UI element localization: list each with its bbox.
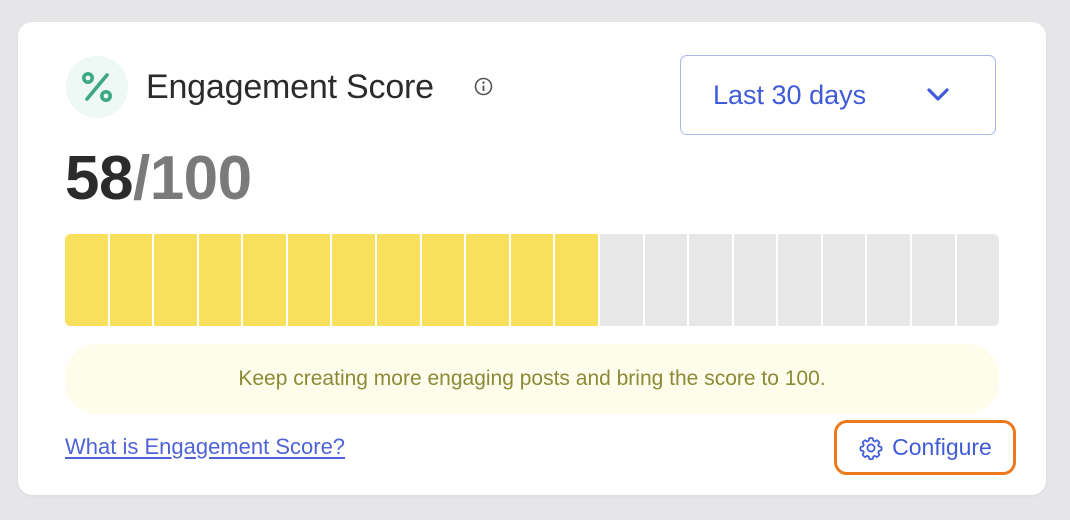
- progress-segment-filled: [65, 234, 110, 326]
- progress-segment-empty: [599, 234, 645, 326]
- what-is-engagement-score-link[interactable]: What is Engagement Score?: [65, 434, 345, 460]
- progress-segment-filled: [377, 234, 422, 326]
- percent-icon: [66, 56, 128, 118]
- progress-segment-filled: [154, 234, 199, 326]
- score-progress-bar: [65, 234, 999, 326]
- progress-segment-filled: [243, 234, 288, 326]
- gear-icon: [858, 435, 884, 461]
- chevron-down-icon: [925, 84, 951, 106]
- info-icon[interactable]: [474, 77, 493, 96]
- period-dropdown[interactable]: Last 30 days: [680, 55, 996, 135]
- score-value: 58: [65, 144, 133, 213]
- period-dropdown-value: Last 30 days: [713, 80, 867, 110]
- progress-segment-filled: [466, 234, 511, 326]
- progress-segment-filled: [287, 234, 333, 326]
- configure-button[interactable]: Configure: [834, 420, 1016, 475]
- engagement-score-card: Engagement Score Last 30 days 58/100 Kee…: [18, 22, 1046, 495]
- progress-segment-filled: [198, 234, 244, 326]
- progress-segment-filled: [332, 234, 378, 326]
- progress-segment-filled: [421, 234, 467, 326]
- progress-segment-filled: [109, 234, 155, 326]
- progress-segment-empty: [644, 234, 690, 326]
- progress-segment-empty: [778, 234, 823, 326]
- progress-segment-filled: [555, 234, 600, 326]
- configure-label: Configure: [892, 434, 992, 460]
- score-max: /100: [132, 144, 252, 213]
- widget-title: Engagement Score: [146, 68, 434, 106]
- score-readout: 58/100: [65, 144, 252, 214]
- progress-segment-empty: [689, 234, 734, 326]
- progress-segment-empty: [911, 234, 957, 326]
- progress-segment-empty: [956, 234, 999, 326]
- progress-segment-empty: [822, 234, 868, 326]
- progress-segment-empty: [733, 234, 779, 326]
- progress-segment-filled: [510, 234, 556, 326]
- progress-segment-empty: [867, 234, 912, 326]
- hint-banner: Keep creating more engaging posts and br…: [65, 344, 999, 414]
